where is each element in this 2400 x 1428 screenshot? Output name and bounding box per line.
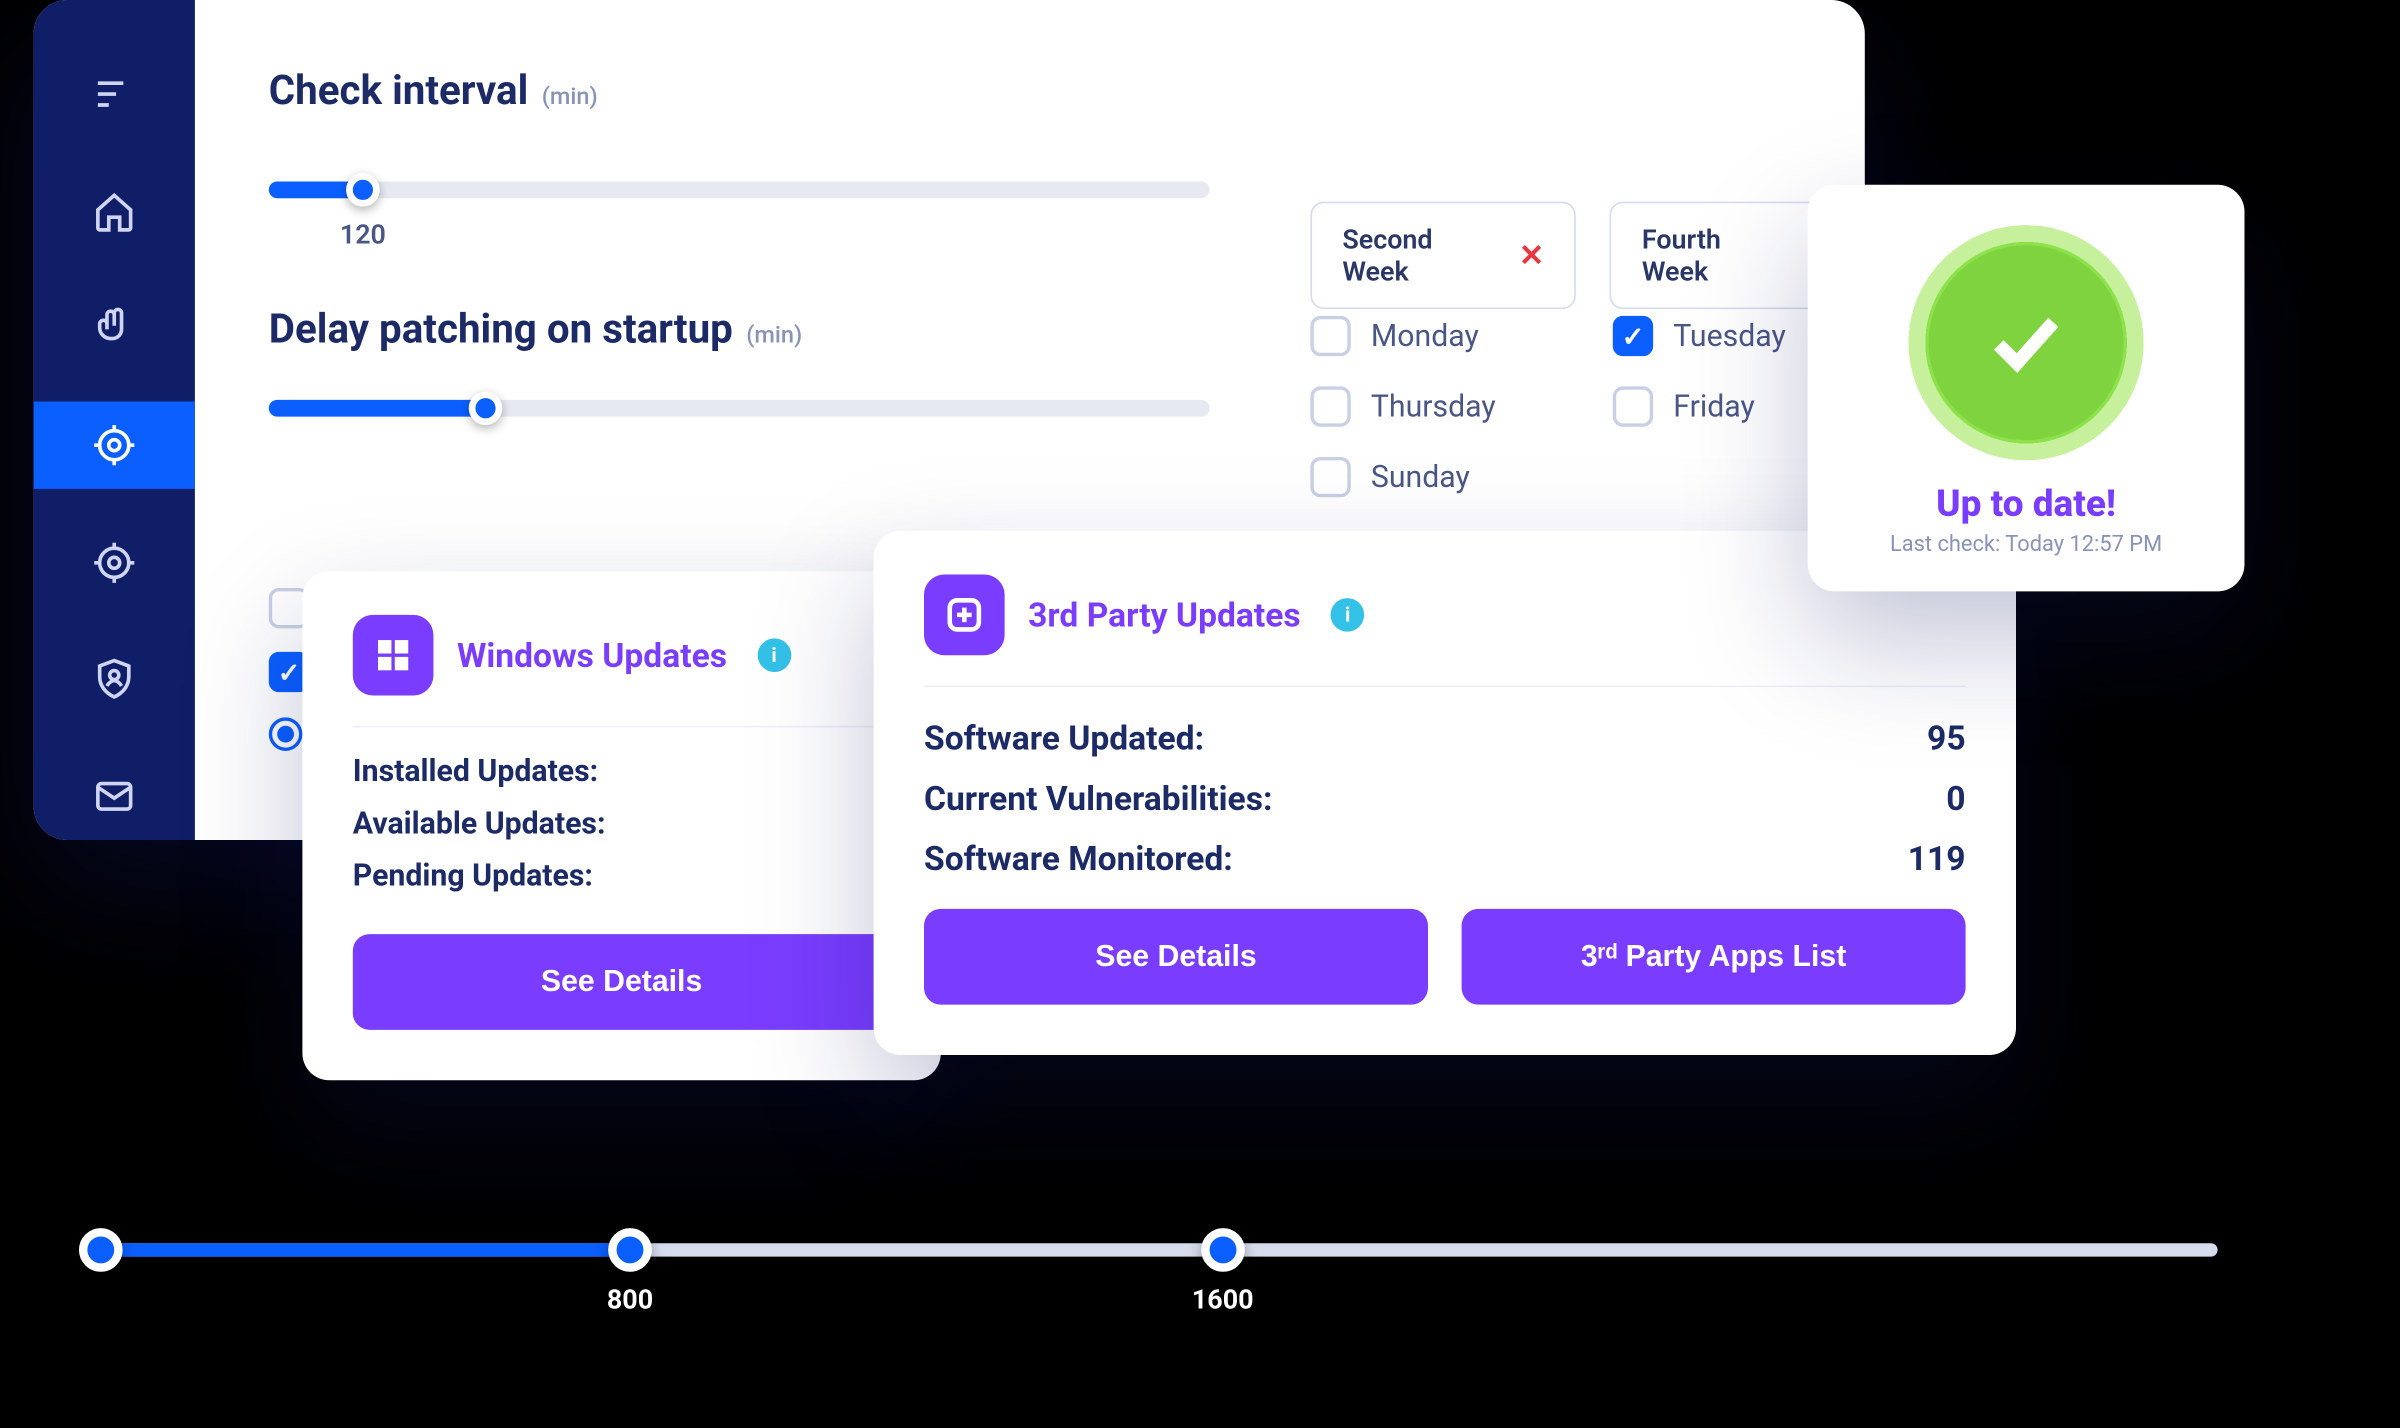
row-software-monitored: Software Monitored:119 <box>924 838 1966 878</box>
home-icon[interactable] <box>34 168 195 255</box>
third-party-apps-list-button[interactable]: 3ʳᵈ Party Apps List <box>1462 909 1966 1005</box>
info-icon[interactable]: i <box>757 638 791 672</box>
mail-icon[interactable] <box>34 753 195 840</box>
tick-1600: 1600 <box>1192 1284 1254 1316</box>
third-party-title: 3rd Party Updates <box>1028 595 1300 635</box>
hand-icon[interactable] <box>34 285 195 372</box>
delay-patching-unit: (min) <box>746 323 802 350</box>
info-icon[interactable]: i <box>1331 598 1365 632</box>
windows-card-title: Windows Updates <box>457 635 727 675</box>
stat-installed: Installed Updates: <box>353 754 891 789</box>
row-vulnerabilities: Current Vulnerabilities:0 <box>924 778 1966 818</box>
see-details-button[interactable]: See Details <box>353 934 891 1030</box>
chip-label: Second Week <box>1342 223 1502 287</box>
check-interval-unit: (min) <box>542 84 598 111</box>
target-icon[interactable] <box>34 519 195 606</box>
check-interval-slider[interactable]: 120 <box>269 181 1210 198</box>
status-card: Up to date! Last check: Today 12:57 PM <box>1808 185 2245 592</box>
close-icon[interactable]: ✕ <box>1519 238 1544 273</box>
tick-800: 800 <box>607 1284 653 1316</box>
day-monday[interactable]: Monday <box>1310 316 1612 356</box>
stat-available: Available Updates: <box>353 806 891 841</box>
check-interval-value: 120 <box>340 218 386 250</box>
check-interval-label: Check interval <box>269 67 528 114</box>
stat-pending: Pending Updates: <box>353 858 891 893</box>
status-title: Up to date! <box>1841 484 2211 526</box>
windows-icon <box>353 615 434 696</box>
windows-updates-card: Windows Updates i Installed Updates: Ava… <box>302 571 940 1080</box>
target-filled-icon[interactable] <box>34 402 195 489</box>
week-chips: Second Week ✕ Fourth Week ✕ <box>1310 202 1864 310</box>
third-party-card: 3rd Party Updates i Software Updated:95 … <box>874 531 2016 1055</box>
delay-patching-slider[interactable] <box>269 400 1210 417</box>
day-thursday[interactable]: Thursday <box>1310 386 1612 426</box>
menu-icon[interactable] <box>34 50 195 137</box>
sidebar <box>34 0 195 840</box>
see-details-button[interactable]: See Details <box>924 909 1428 1005</box>
shield-user-icon[interactable] <box>34 636 195 723</box>
chip-second-week[interactable]: Second Week ✕ <box>1310 202 1576 310</box>
row-software-updated: Software Updated:95 <box>924 717 1966 757</box>
plus-shield-icon <box>924 575 1005 656</box>
chip-label: Fourth Week <box>1642 223 1791 287</box>
check-interval-title: Check interval (min) <box>269 67 1815 114</box>
status-check-icon <box>1908 225 2143 460</box>
day-sunday[interactable]: Sunday <box>1310 457 1612 497</box>
breakpoint-slider[interactable]: 800 1600 <box>101 1243 2218 1256</box>
delay-patching-label: Delay patching on startup <box>269 306 733 353</box>
status-sub: Last check: Today 12:57 PM <box>1841 533 2211 558</box>
